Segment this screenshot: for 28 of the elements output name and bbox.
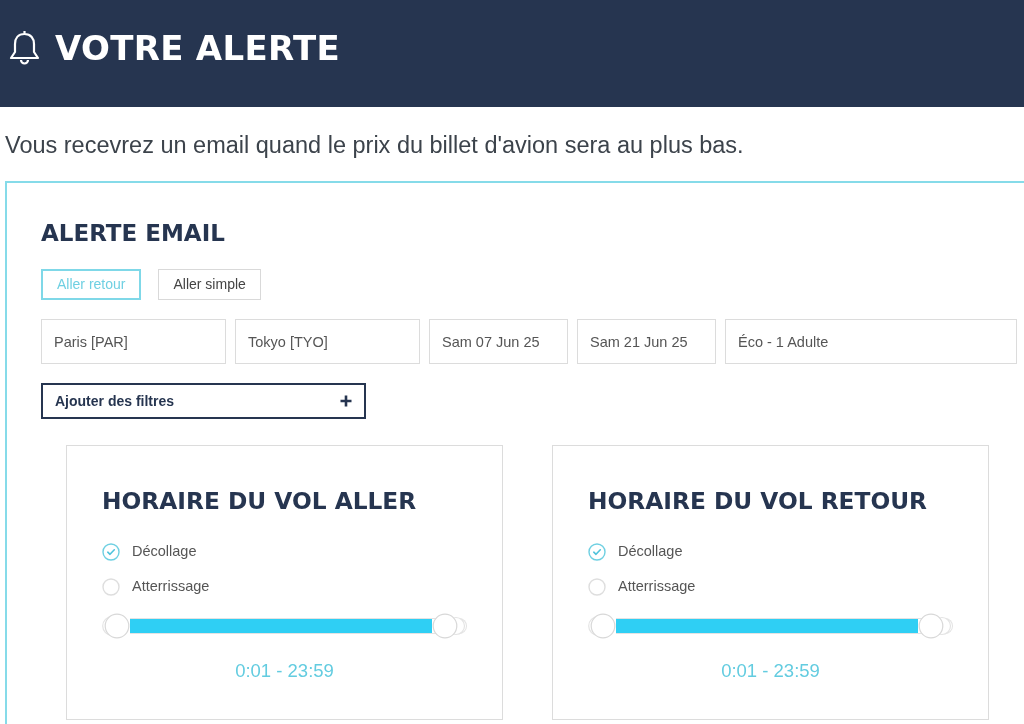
input-field[interactable]: Sam 21 Jun 25 <box>577 319 716 364</box>
panel-title: ALERTE EMAIL <box>41 219 225 247</box>
page-title: VOTRE ALERTE <box>55 30 340 65</box>
plus-icon <box>340 395 352 407</box>
radio-label: Décollage <box>132 542 197 562</box>
radio-label: Décollage <box>618 542 683 562</box>
time-range-text: 0:01 - 23:59 <box>721 660 820 682</box>
slider-handle[interactable] <box>432 613 467 639</box>
add-filters-button[interactable]: Ajouter des filtres <box>41 383 366 419</box>
radio-label: Atterrissage <box>132 577 210 597</box>
trip-type-tab[interactable]: Aller simple <box>158 269 261 300</box>
input-field[interactable]: Sam 07 Jun 25 <box>429 319 568 364</box>
radio-label: Atterrissage <box>618 577 696 597</box>
intro-text: Vous recevrez un email quand le prix du billet d'avion sera au plus bas. <box>5 131 744 159</box>
slider-handle[interactable] <box>588 613 616 639</box>
radio-button[interactable] <box>102 578 120 596</box>
card-title: HORAIRE DU VOL RETOUR <box>588 486 928 516</box>
radio-button[interactable] <box>588 543 606 561</box>
slider-handle[interactable] <box>918 613 953 639</box>
time-range-text: 0:01 - 23:59 <box>235 660 334 682</box>
card-title: HORAIRE DU VOL ALLER <box>102 486 417 516</box>
input-field[interactable]: Tokyo [TYO] <box>235 319 420 364</box>
radio-button[interactable] <box>102 543 120 561</box>
slider-handle[interactable] <box>102 613 130 639</box>
bell-icon <box>8 29 41 66</box>
input-field[interactable]: Paris [PAR] <box>41 319 226 364</box>
input-field[interactable]: Éco - 1 Adulte <box>725 319 1017 364</box>
radio-button[interactable] <box>588 578 606 596</box>
